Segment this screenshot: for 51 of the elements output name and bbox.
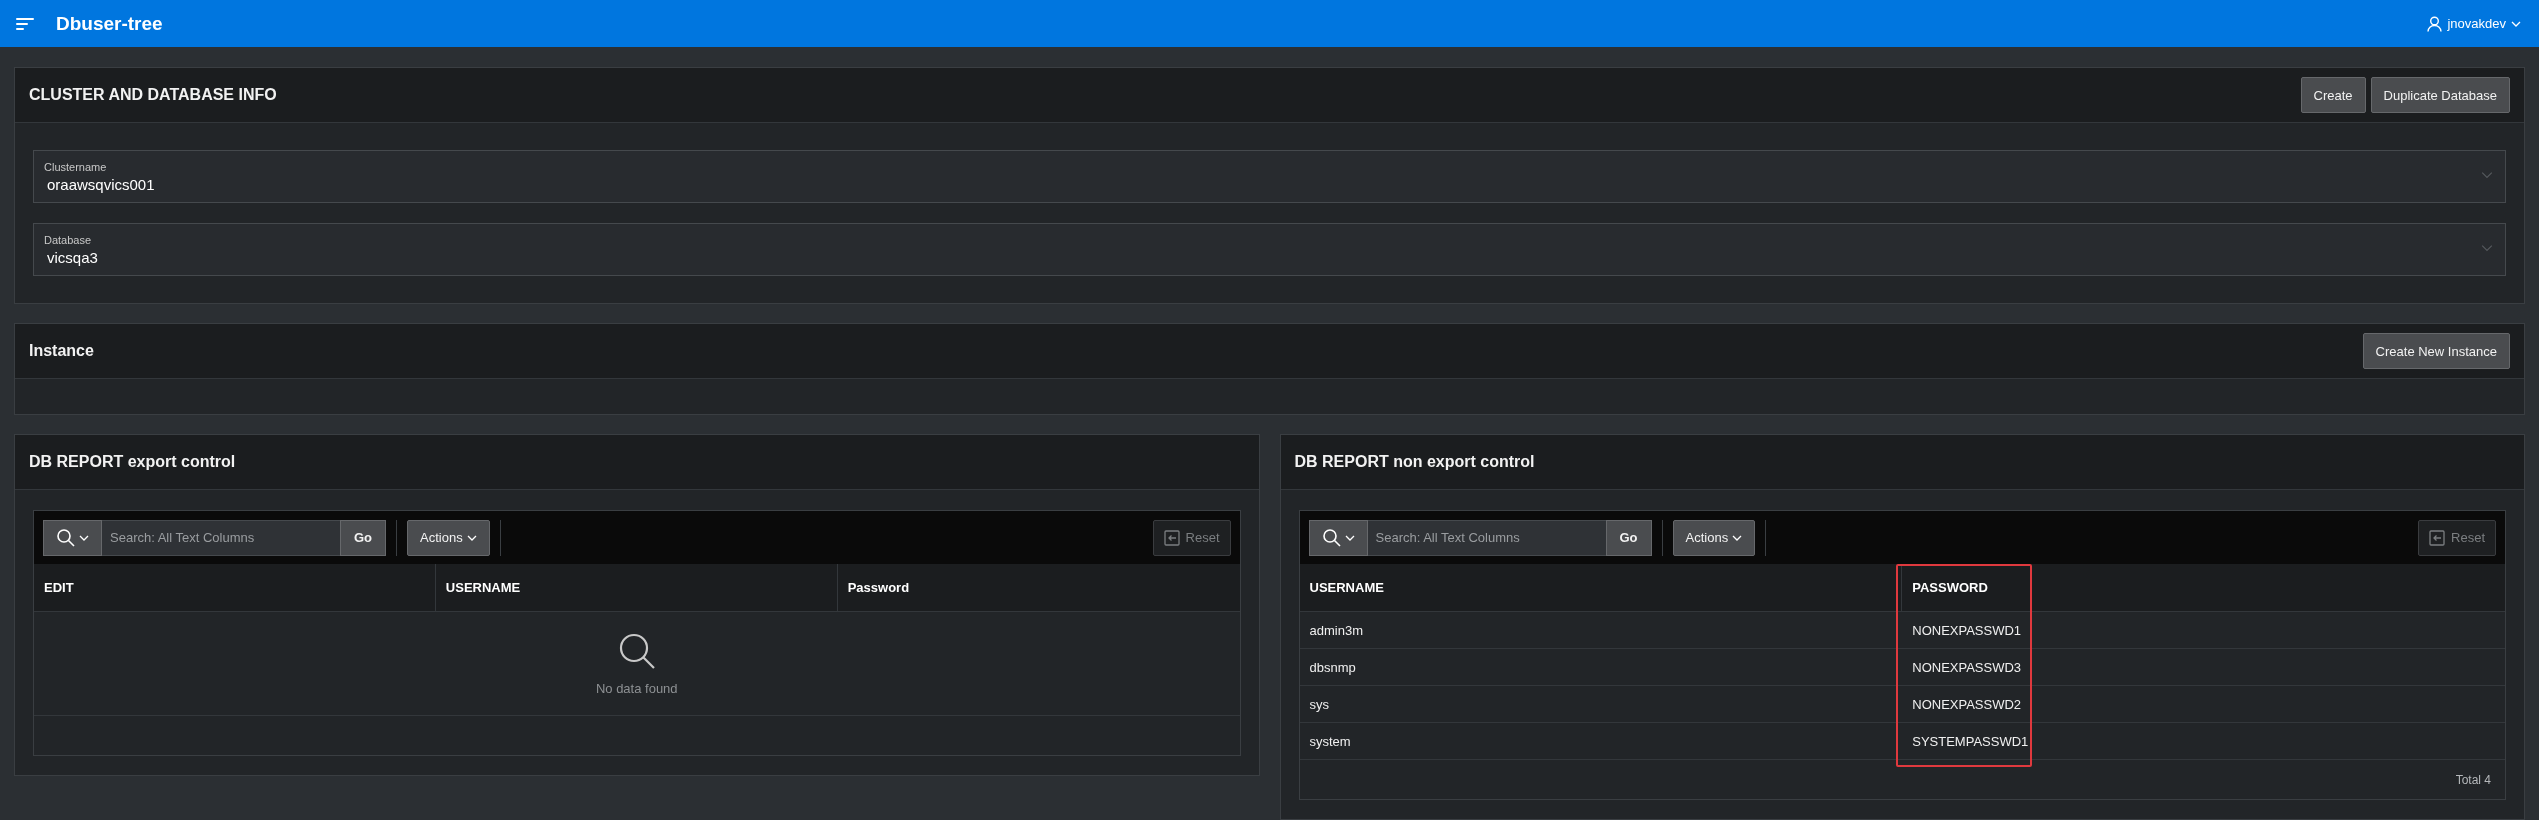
table-cell-text: system [1308, 732, 1352, 751]
search-column-button[interactable] [43, 519, 102, 556]
reset-icon [1163, 529, 1180, 546]
total-count: Total 4 [2455, 772, 2491, 787]
column-header[interactable]: EDIT [34, 564, 436, 611]
table-cell-text: NONEXPASSWD2 [1911, 695, 2023, 714]
field-value: vicsqa3 [46, 248, 99, 266]
reset-icon [2429, 529, 2446, 546]
chevron-down-icon [1344, 534, 1355, 541]
chevron-down-icon [79, 534, 89, 541]
select-field[interactable]: Clustername oraawsqvics001 [33, 150, 2506, 203]
region-button[interactable]: Create [2300, 77, 2366, 113]
chevron-down-icon [2511, 20, 2521, 27]
select-field[interactable]: Database vicsqa3 [33, 223, 2506, 276]
field-label: Clustername [44, 160, 108, 173]
search-column-button[interactable] [1308, 519, 1368, 556]
search-icon [1321, 527, 1342, 548]
menu-icon [16, 16, 34, 31]
region-title: CLUSTER AND DATABASE INFO [29, 86, 277, 104]
go-button[interactable]: Go [1605, 519, 1652, 556]
go-button[interactable]: Go [340, 519, 387, 556]
search-field[interactable]: Search: All Text Columns [102, 519, 340, 556]
chevron-down-icon [1732, 534, 1743, 541]
app-title: Dbuser-tree [56, 12, 163, 35]
chevron-down-icon [2481, 244, 2493, 252]
table-cell-text: NONEXPASSWD3 [1911, 658, 2023, 677]
table-cell-text: admin3m [1308, 621, 1364, 640]
region-button[interactable]: Duplicate Database [2370, 77, 2510, 113]
column-header[interactable]: USERNAME [435, 564, 838, 611]
region-button[interactable]: Create New Instance [2362, 333, 2510, 369]
field-value: oraawsqvics001 [46, 175, 156, 193]
column-header[interactable]: Password [837, 564, 1240, 611]
search-field[interactable]: Search: All Text Columns [1367, 519, 1606, 556]
field-label: Database [44, 233, 93, 246]
user-icon [2427, 15, 2443, 32]
chevron-down-icon [2481, 171, 2493, 179]
table-cell-text: SYSTEMPASSWD1 [1911, 732, 2030, 751]
actions-button[interactable]: Actions [1672, 519, 1756, 556]
empty-message: No data found [595, 681, 678, 696]
region-title: DB REPORT non export control [1294, 453, 1535, 471]
column-header[interactable]: USERNAME [1299, 564, 1903, 611]
chevron-down-icon [466, 534, 477, 541]
search-icon [56, 527, 76, 548]
table-cell-text: sys [1308, 695, 1330, 714]
table-cell-text: NONEXPASSWD1 [1911, 621, 2023, 640]
region-title: DB REPORT export control [29, 453, 236, 471]
region-title: Instance [29, 342, 94, 360]
actions-button[interactable]: Actions [407, 519, 490, 556]
user-menu[interactable]: jnovakdev [2423, 11, 2525, 36]
column-header[interactable]: PASSWORD [1902, 564, 2505, 611]
table-cell-text: dbsnmp [1308, 658, 1357, 677]
